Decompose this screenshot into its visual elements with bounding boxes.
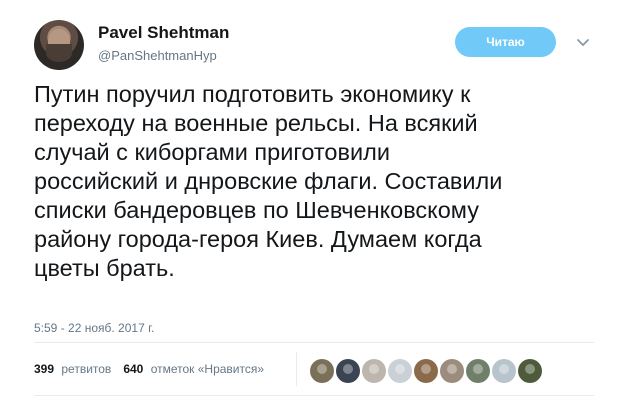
likes-label: отметок «Нравится» [150,362,265,376]
liker-avatar[interactable] [440,359,464,383]
liker-avatar[interactable] [388,359,412,383]
tweet-stats: 399 ретвитов 640 отметок «Нравится» [34,362,276,376]
retweets-label: ретвитов [61,362,112,376]
avatar-beard [46,44,72,62]
follow-button[interactable]: Читаю [455,27,556,57]
likers-avatars [310,359,544,383]
tweet-text: Путин поручил подготовить экономику к пе… [34,80,594,283]
liker-avatar[interactable] [492,359,516,383]
liker-avatar[interactable] [518,359,542,383]
liker-avatar[interactable] [414,359,438,383]
likes-count: 640 [123,362,144,376]
chevron-down-icon[interactable] [576,38,590,48]
tweet-text-line: списки бандеровцев по Шевченковскому [34,197,479,223]
likes-stat[interactable]: 640 отметок «Нравится» [123,362,264,376]
liker-avatar[interactable] [466,359,490,383]
author-name[interactable]: Pavel Shehtman [98,23,229,43]
divider [34,342,594,343]
author-avatar[interactable] [34,20,84,70]
liker-avatar[interactable] [336,359,360,383]
tweet-text-line: российский и днровские флаги. Составили [34,168,503,194]
tweet-text-line: случай с киборгами приготовили [34,139,390,165]
tweet-text-line: переходу на военные рельсы. На всякий [34,110,478,136]
liker-avatar[interactable] [362,359,386,383]
tweet-timestamp[interactable]: 5:59 - 22 нояб. 2017 г. [34,321,154,335]
retweets-count: 399 [34,362,55,376]
tweet-text-line: цветы брать. [34,255,175,281]
divider [34,395,594,396]
liker-avatar[interactable] [310,359,334,383]
stats-separator [296,352,297,386]
retweets-stat[interactable]: 399 ретвитов [34,362,111,376]
tweet-text-line: Путин поручил подготовить экономику к [34,81,471,107]
tweet-card: Pavel Shehtman @PanShehtmanHyp Читаю Пут… [0,0,630,401]
tweet-text-line: району города-героя Киев. Думаем когда [34,226,482,252]
author-handle[interactable]: @PanShehtmanHyp [98,48,217,63]
